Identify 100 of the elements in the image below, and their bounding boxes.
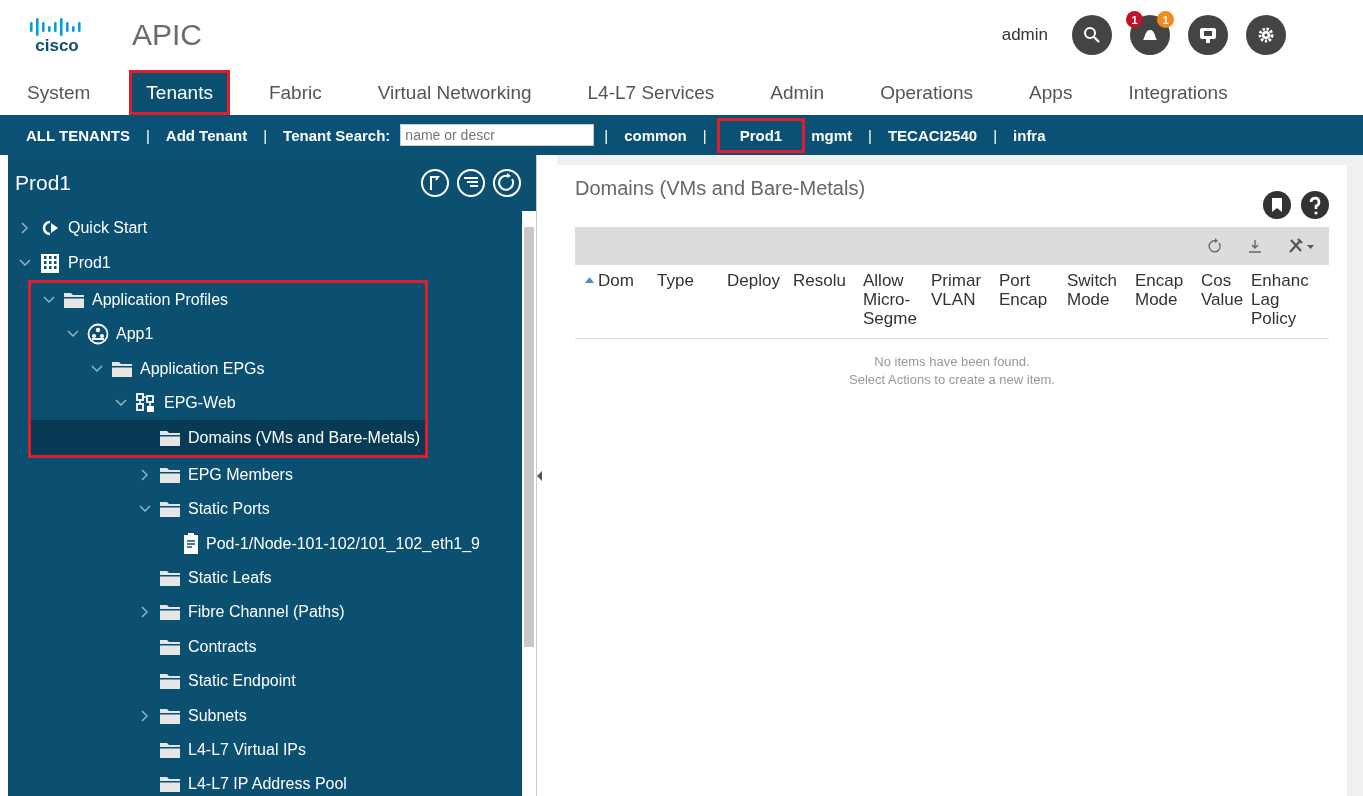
column-header[interactable]: Port Encap xyxy=(999,271,1067,328)
flag-circle-icon[interactable] xyxy=(420,168,450,198)
column-header[interactable]: Resolu xyxy=(793,271,863,328)
separator: | xyxy=(993,126,998,144)
folder-icon xyxy=(159,706,181,725)
list-circle-icon[interactable] xyxy=(456,168,486,198)
tree-item[interactable]: L4-L7 IP Address Pool xyxy=(8,767,522,796)
tree-item[interactable]: Application EPGs xyxy=(31,351,425,386)
nav-link[interactable]: Add Tenant xyxy=(159,122,254,148)
column-header[interactable]: Deploy xyxy=(727,271,793,328)
tree-item[interactable]: Contracts xyxy=(8,629,522,665)
tree-item[interactable]: Quick Start xyxy=(8,211,522,246)
nav-tab[interactable]: Virtual Networking xyxy=(360,70,549,115)
nav-link[interactable]: infra xyxy=(1007,122,1052,148)
nav-tab[interactable]: L4-L7 Services xyxy=(570,70,732,115)
separator: | xyxy=(702,126,707,144)
empty-message: No items have been found. Select Actions to create a new item. xyxy=(848,353,1056,389)
column-header: Cos Value xyxy=(1201,271,1244,311)
column-header: Switch Mode xyxy=(1067,271,1118,311)
column-header[interactable]: Primar VLAN xyxy=(931,271,999,328)
panel-title: Domains (VMs and Bare-Metals) xyxy=(575,177,866,200)
people-circle-icon xyxy=(87,323,109,346)
column-header[interactable]: Enhanc Lag Policy xyxy=(1251,271,1311,328)
tree-item[interactable]: Fibre Channel (Paths) xyxy=(8,595,522,630)
nav-tab[interactable]: Tenants xyxy=(129,70,230,115)
nav-link[interactable]: ALL TENANTS xyxy=(20,122,136,148)
nav-tab[interactable]: Apps xyxy=(1012,70,1090,115)
alert-badge: 1 xyxy=(1157,11,1174,28)
folder-icon xyxy=(159,603,181,622)
user-name[interactable]: admin xyxy=(1001,25,1048,45)
separator: | xyxy=(145,126,150,144)
product-name: APIC xyxy=(132,18,203,52)
separator: | xyxy=(868,126,872,144)
folder-icon xyxy=(159,569,181,588)
scrollbar-thumb[interactable] xyxy=(524,227,534,647)
column-header: Allow Micro- Segme xyxy=(863,271,917,328)
nav-tab[interactable]: Integrations xyxy=(1111,70,1245,115)
tools-icon[interactable] xyxy=(1287,237,1315,255)
search-button[interactable] xyxy=(1072,15,1112,55)
settings-button[interactable] xyxy=(1246,15,1286,55)
column-header: Encap Mode xyxy=(1135,271,1184,311)
tree-item[interactable]: Pod-1/Node-101-102/101_102_eth1_9 xyxy=(8,526,522,561)
refresh-icon[interactable] xyxy=(492,168,522,198)
column-header: Primar VLAN xyxy=(931,271,982,311)
tenant-search-field[interactable]: name or descr xyxy=(400,124,595,146)
refresh-icon[interactable] xyxy=(1207,238,1223,254)
column-header: Port Encap xyxy=(999,271,1048,311)
sort-up-icon xyxy=(585,277,594,283)
folder-icon xyxy=(159,500,181,519)
tree-item[interactable]: Static Endpoint xyxy=(8,664,522,699)
tree-item[interactable]: Static Ports xyxy=(8,492,522,527)
nav-tab[interactable]: Fabric xyxy=(251,70,339,115)
tree-item[interactable]: Static Leafs xyxy=(8,560,522,596)
column-header: Dom xyxy=(598,271,634,292)
column-header: Deploy xyxy=(727,271,780,292)
column-header: Type xyxy=(657,271,694,292)
scrollbar[interactable] xyxy=(522,211,536,796)
column-header[interactable]: Type xyxy=(657,271,727,328)
monitor-button[interactable] xyxy=(1188,15,1228,55)
tree-item[interactable]: App1 xyxy=(31,317,425,352)
separator: | xyxy=(263,126,268,144)
folder-icon xyxy=(159,741,181,760)
tree-item[interactable]: L4-L7 Virtual IPs xyxy=(8,732,522,768)
nav-tab[interactable]: System xyxy=(10,70,108,115)
bookmark-button[interactable] xyxy=(1263,191,1291,219)
nav-link[interactable]: Prod1 xyxy=(716,117,806,153)
nav-link[interactable]: common xyxy=(618,122,693,148)
separator: | xyxy=(604,126,609,144)
search-icon xyxy=(1083,26,1101,44)
tree-item[interactable]: Domains (VMs and Bare-Metals) xyxy=(31,420,425,455)
nav-tab[interactable]: Admin xyxy=(753,70,842,115)
column-header[interactable]: Allow Micro- Segme xyxy=(863,271,931,328)
tree-item[interactable]: EPG Members xyxy=(8,457,522,493)
help-button[interactable] xyxy=(1301,191,1329,219)
building-icon xyxy=(39,252,61,273)
tree-item[interactable]: EPG-Web xyxy=(31,385,425,421)
folder-icon xyxy=(111,359,133,378)
folder-icon xyxy=(63,290,85,309)
tree-item[interactable]: Application Profiles xyxy=(31,282,425,318)
column-header[interactable]: Dom xyxy=(585,271,657,328)
folder-icon xyxy=(159,428,181,447)
logo-text: cisco xyxy=(35,38,79,54)
nav-tab[interactable]: Operations xyxy=(863,70,991,115)
search-label: Tenant Search: xyxy=(282,125,392,146)
settings-icon xyxy=(1256,25,1276,45)
folder-icon xyxy=(159,672,181,691)
alert-badge: 1 xyxy=(1126,11,1143,28)
column-header[interactable]: Switch Mode xyxy=(1067,271,1135,328)
column-header[interactable]: Encap Mode xyxy=(1135,271,1201,328)
column-header[interactable]: Cos Value xyxy=(1201,271,1251,328)
tree-item[interactable]: Prod1 xyxy=(8,245,522,280)
download-icon[interactable] xyxy=(1247,238,1263,254)
nav-link[interactable]: TECACI2540 xyxy=(881,122,984,148)
sidebar-title: Prod1 xyxy=(15,171,72,195)
nodes-icon xyxy=(135,392,157,415)
document-icon xyxy=(183,532,199,555)
nav-link[interactable]: mgmt xyxy=(805,122,859,148)
tree-item[interactable]: Subnets xyxy=(8,698,522,733)
column-header: Resolu xyxy=(793,271,846,292)
monitor-icon xyxy=(1198,26,1218,44)
